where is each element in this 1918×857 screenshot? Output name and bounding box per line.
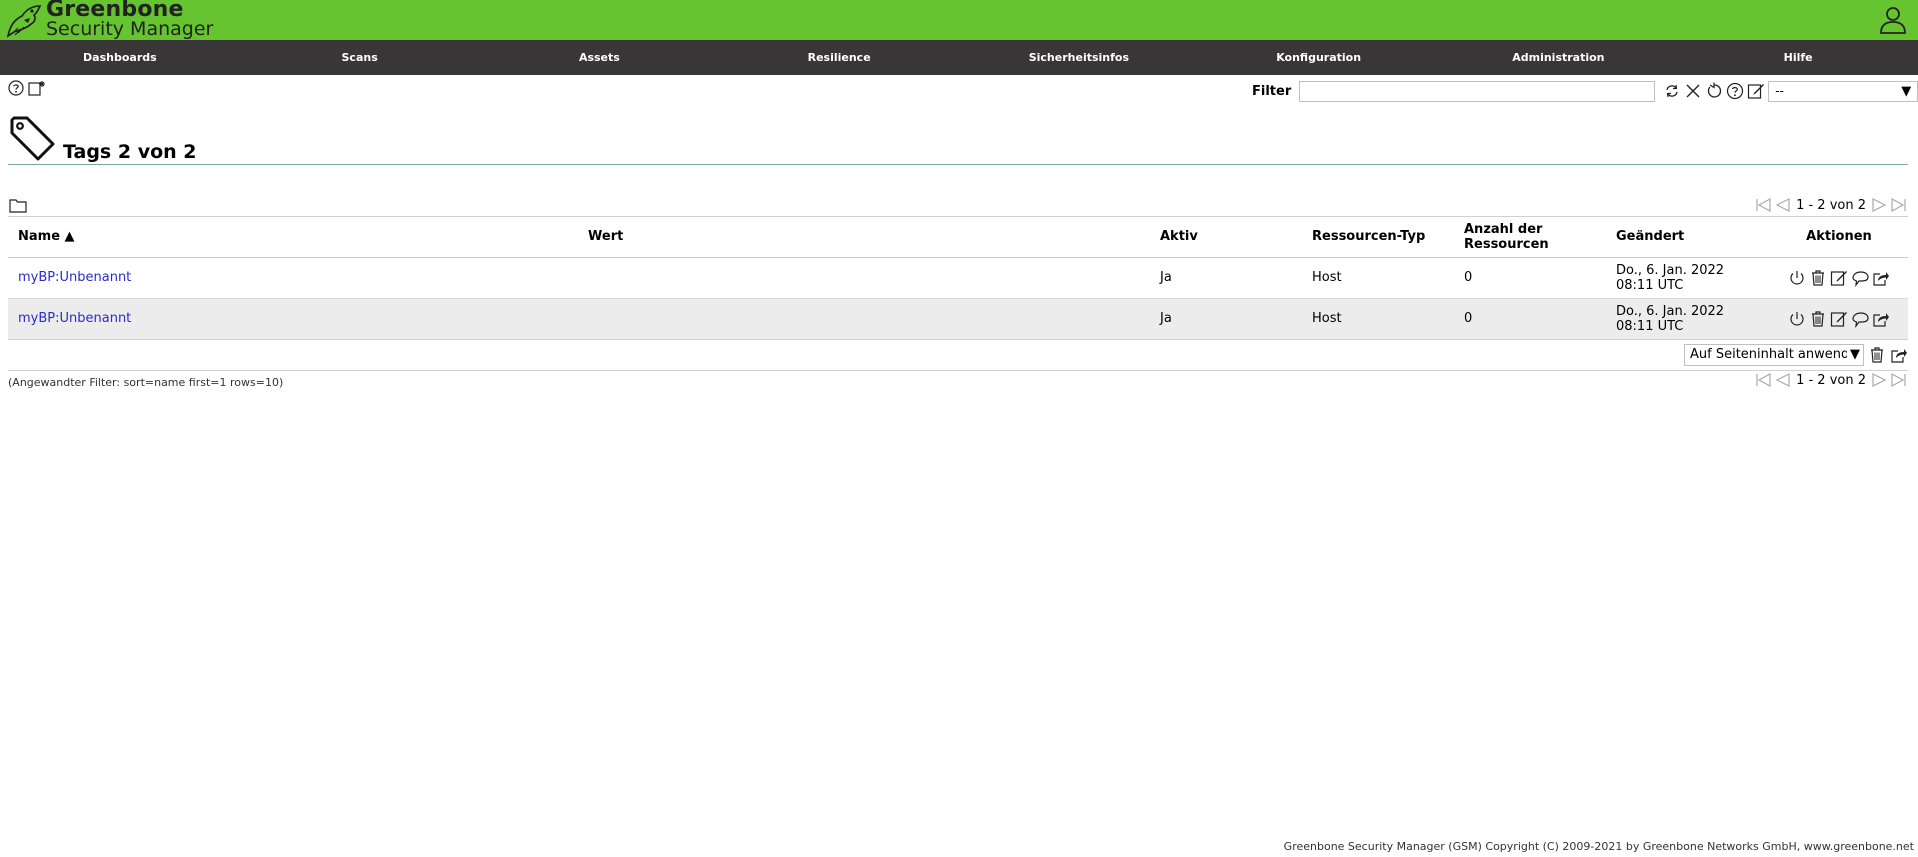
bulk-select-value: Auf Seiteninhalt anwenden (1690, 347, 1864, 362)
help-icon[interactable] (8, 80, 24, 96)
brand-subtitle: Security Manager (46, 18, 214, 40)
user-icon[interactable] (1878, 5, 1908, 35)
column-header-geaendert[interactable]: Geändert (1606, 217, 1770, 258)
column-header-name[interactable]: Name ▲ (8, 217, 578, 258)
clone-icon[interactable] (1851, 269, 1869, 287)
menu-assets[interactable]: Assets (480, 40, 720, 75)
copyright-footer: Greenbone Security Manager (GSM) Copyrig… (1283, 840, 1914, 853)
trashcan-icon[interactable] (1809, 269, 1827, 287)
export-icon[interactable] (1872, 269, 1890, 287)
column-header-anzahl-line1: Anzahl der (1464, 221, 1543, 237)
main-menu: Dashboards Scans Assets Resilience Siche… (0, 40, 1918, 75)
last-page-icon[interactable] (1889, 372, 1907, 388)
tags-table: Name ▲ Wert Aktiv Ressourcen-Typ Anzahl … (8, 217, 1908, 340)
top-bar: Greenbone Security Manager (0, 0, 1918, 40)
edit-icon[interactable] (1830, 269, 1848, 287)
cell-anzahl: 0 (1454, 257, 1606, 299)
next-page-icon[interactable] (1871, 197, 1887, 213)
greenbone-logo-icon (6, 5, 42, 38)
column-header-aktiv[interactable]: Aktiv (1150, 217, 1302, 258)
column-header-anzahl[interactable]: Anzahl der Ressourcen (1454, 217, 1606, 258)
disable-icon[interactable] (1788, 269, 1806, 287)
filter-input[interactable] (1299, 80, 1656, 102)
menu-scans[interactable]: Scans (240, 40, 480, 75)
menu-dashboards[interactable]: Dashboards (0, 40, 240, 75)
table-header-row: Name ▲ Wert Aktiv Ressourcen-Typ Anzahl … (8, 217, 1908, 258)
cell-geaendert-date: Do., 6. Jan. 2022 (1616, 303, 1725, 319)
applied-filter-text: (Angewandter Filter: sort=name first=1 r… (8, 376, 284, 389)
cell-actions (1770, 257, 1908, 299)
trashcan-icon[interactable] (1809, 310, 1827, 328)
cell-geaendert-date: Do., 6. Jan. 2022 (1616, 262, 1725, 278)
tag-name-link[interactable]: myBP:Unbenannt (18, 311, 131, 326)
clear-icon[interactable] (1684, 82, 1702, 100)
cell-wert (578, 298, 1150, 340)
reset-icon[interactable] (1705, 82, 1723, 100)
next-page-icon[interactable] (1871, 372, 1887, 388)
cell-geaendert: Do., 6. Jan. 2022 08:11 UTC (1606, 257, 1770, 299)
cell-ressourcen-typ: Host (1302, 298, 1454, 340)
cell-wert (578, 257, 1150, 299)
cell-geaendert-time: 08:11 UTC (1616, 318, 1684, 334)
menu-konfiguration[interactable]: Konfiguration (1199, 40, 1439, 75)
cell-geaendert-time: 08:11 UTC (1616, 277, 1684, 293)
cell-geaendert: Do., 6. Jan. 2022 08:11 UTC (1606, 298, 1770, 340)
column-header-wert[interactable]: Wert (578, 217, 1150, 258)
tag-name-link[interactable]: myBP:Unbenannt (18, 270, 131, 285)
filter-bar: Filter -- ▼ (1252, 80, 1918, 102)
disable-icon[interactable] (1788, 310, 1806, 328)
new-tag-icon[interactable] (28, 80, 46, 96)
export-icon[interactable] (1872, 310, 1890, 328)
clone-icon[interactable] (1851, 310, 1869, 328)
cell-aktiv: Ja (1150, 257, 1302, 299)
trashcan-icon[interactable] (1868, 346, 1886, 364)
pagination-text: 1 - 2 von 2 (1796, 197, 1866, 213)
menu-sicherheitsinfos[interactable]: Sicherheitsinfos (959, 40, 1199, 75)
bulk-actions: Auf Seiteninhalt anwenden ▼ (1684, 344, 1908, 366)
bulk-select[interactable]: Auf Seiteninhalt anwenden ▼ (1684, 344, 1864, 366)
menu-hilfe[interactable]: Hilfe (1678, 40, 1918, 75)
edit-icon[interactable] (1830, 310, 1848, 328)
first-page-icon[interactable] (1755, 372, 1773, 388)
cell-anzahl: 0 (1454, 298, 1606, 340)
menu-resilience[interactable]: Resilience (719, 40, 959, 75)
pagination-bottom: 1 - 2 von 2 (1755, 372, 1907, 388)
chevron-down-icon: ▼ (1847, 345, 1863, 365)
tag-icon (10, 116, 55, 161)
brand-logo[interactable]: Greenbone Security Manager (4, 0, 213, 40)
cell-actions (1770, 298, 1908, 340)
first-page-icon[interactable] (1755, 197, 1773, 213)
help-icon[interactable] (1726, 82, 1744, 100)
export-icon[interactable] (1890, 346, 1908, 364)
pagination-text: 1 - 2 von 2 (1796, 372, 1866, 388)
filter-select-value: -- (1775, 83, 1784, 98)
pagination-top: 1 - 2 von 2 (1755, 197, 1907, 213)
edit-icon[interactable] (1747, 82, 1765, 100)
filter-select[interactable]: -- ▼ (1768, 80, 1918, 102)
filter-label: Filter (1252, 83, 1292, 99)
toolbar (8, 80, 46, 96)
last-page-icon[interactable] (1889, 197, 1907, 213)
chevron-down-icon: ▼ (1901, 83, 1912, 99)
page-title: Tags 2 von 2 (63, 141, 197, 163)
column-header-ressourcen-typ[interactable]: Ressourcen-Typ (1302, 217, 1454, 258)
folder-icon[interactable] (9, 198, 27, 213)
refresh-icon[interactable] (1663, 82, 1681, 100)
previous-page-icon[interactable] (1775, 197, 1791, 213)
cell-ressourcen-typ: Host (1302, 257, 1454, 299)
page-header: Tags 2 von 2 (8, 114, 1908, 165)
previous-page-icon[interactable] (1775, 372, 1791, 388)
menu-administration[interactable]: Administration (1439, 40, 1679, 75)
table-row: myBP:Unbenannt Ja Host 0 Do., 6. Jan. 20… (8, 298, 1908, 340)
column-header-aktionen: Aktionen (1770, 217, 1908, 258)
column-header-anzahl-line2: Ressourcen (1464, 236, 1549, 252)
cell-aktiv: Ja (1150, 298, 1302, 340)
table-bottom-divider (8, 370, 1908, 371)
table-row: myBP:Unbenannt Ja Host 0 Do., 6. Jan. 20… (8, 257, 1908, 299)
